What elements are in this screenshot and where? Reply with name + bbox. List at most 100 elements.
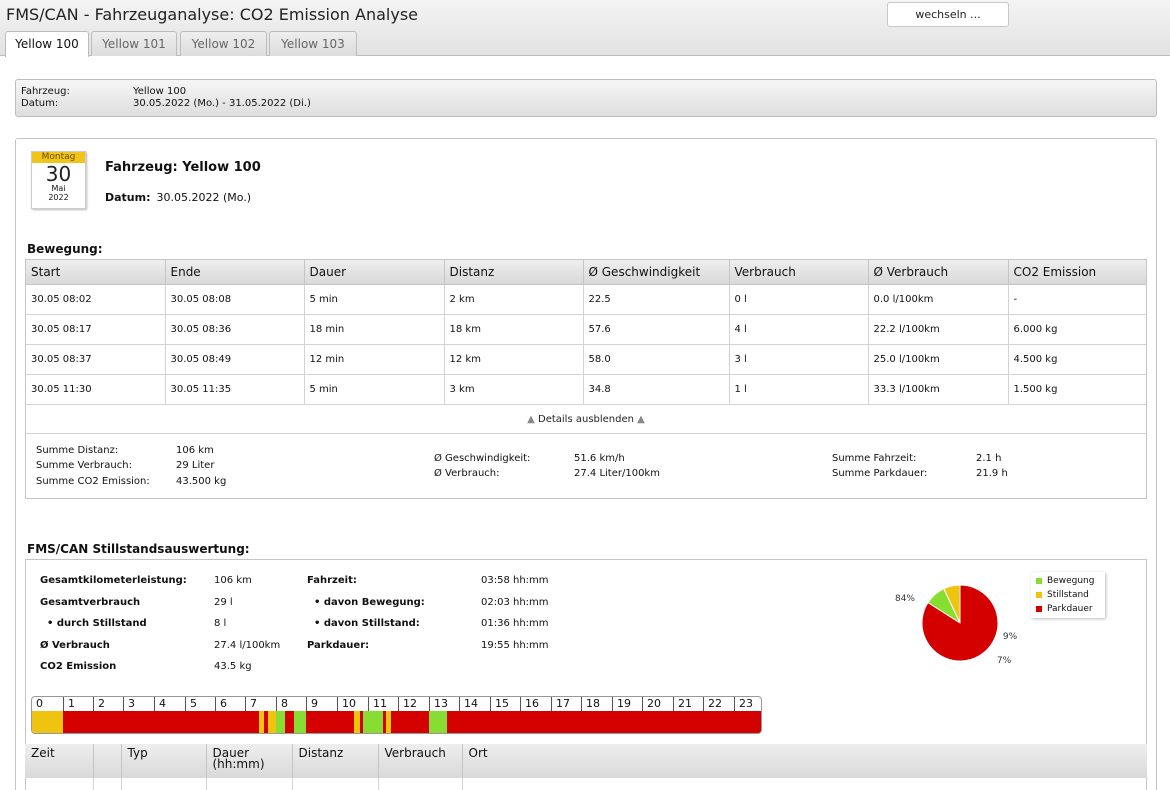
total-km-label: Gesamtkilometerleistung: — [40, 575, 187, 586]
timeline-hour-label: 9 — [306, 697, 318, 711]
sum-speed-value: 51.6 km/h — [574, 453, 625, 464]
stops-table: Zeit Typ Dauer (hh:mm) Distanz Verbrauch… — [25, 744, 1147, 790]
vehicle-header-box: Fahrzeug: Yellow 100 Datum: 30.05.2022 (… — [15, 79, 1157, 117]
timeline-segment-parkdauer[interactable] — [306, 711, 355, 733]
avg-fuel-label: Ø Verbrauch — [40, 640, 110, 651]
timeline-segment-parkdauer[interactable] — [63, 711, 259, 733]
cell-avg-fuel: 25.0 l/100km — [868, 344, 1009, 375]
cell-co2: 4.500 kg — [1008, 344, 1146, 375]
timeline-segment-parkdauer[interactable] — [390, 711, 429, 733]
col-fuel[interactable]: Verbrauch — [729, 260, 869, 285]
sum-fuel-label: Summe Verbrauch: — [36, 460, 132, 471]
title-bar: FMS/CAN - Fahrzeuganalyse: CO2 Emission … — [0, 0, 1170, 57]
sum-drive-time-value: 2.1 h — [976, 453, 1002, 464]
timeline-hour-label: 8 — [276, 697, 288, 711]
legend-label: Bewegung — [1047, 576, 1095, 586]
movement-section-title: Bewegung: — [27, 242, 103, 256]
col-stop-fuel[interactable]: Verbrauch — [378, 744, 463, 778]
cell-distance — [292, 778, 379, 790]
col-location[interactable]: Ort — [462, 744, 1147, 778]
timeline-hour-label: 18 — [581, 697, 600, 711]
col-status[interactable] — [93, 744, 122, 778]
timeline-segment-stillstand[interactable] — [268, 711, 276, 733]
col-distance[interactable]: Distanz — [444, 260, 584, 285]
details-toggle-label: Details ausblenden — [538, 413, 634, 425]
legend-item-stillstand: Stillstand — [1036, 588, 1105, 602]
col-type[interactable]: Typ — [121, 744, 207, 778]
timeline-hour-label: 4 — [154, 697, 166, 711]
drive-time-label: Fahrzeit: — [307, 575, 357, 586]
legend-label: Stillstand — [1047, 590, 1089, 600]
cell-co2: 6.000 kg — [1008, 314, 1146, 345]
cell-avg-fuel: 33.3 l/100km — [868, 374, 1009, 405]
table-row[interactable]: 30.05 08:02 30.05 08:08 5 min 2 km 22.5 … — [26, 284, 1146, 315]
col-start[interactable]: Start — [26, 260, 166, 285]
timeline-segment-parkdauer[interactable] — [447, 711, 761, 733]
timeline-hour-label: 6 — [215, 697, 227, 711]
cell-avg-fuel: 0.0 l/100km — [868, 284, 1009, 315]
cell-time — [25, 778, 94, 790]
timeline-segment-parkdauer[interactable] — [285, 711, 294, 733]
cell-distance: 18 km — [444, 314, 584, 345]
cell-fuel: 4 l — [729, 314, 869, 345]
cell-fuel — [378, 778, 463, 790]
sum-co2-label: Summe CO2 Emission: — [36, 476, 150, 487]
day-date-label: Datum: — [105, 191, 151, 204]
calendar-month: Mai — [51, 184, 66, 193]
table-row[interactable] — [25, 778, 1147, 790]
sum-fuel-value: 29 Liter — [176, 460, 215, 471]
col-time[interactable]: Zeit — [25, 744, 94, 778]
switch-vehicle-button[interactable]: wechseln ... — [887, 2, 1009, 27]
timeline-hour-label: 5 — [185, 697, 197, 711]
movement-header-row: Start Ende Dauer Distanz Ø Geschwindigke… — [26, 260, 1146, 285]
timeline-hour-label: 16 — [520, 697, 539, 711]
sum-drive-time-label: Summe Fahrzeit: — [832, 453, 917, 464]
col-avg-speed[interactable]: Ø Geschwindigkeit — [583, 260, 730, 285]
timeline-hour-label: 17 — [551, 697, 570, 711]
app-title: FMS/CAN - Fahrzeuganalyse: CO2 Emission … — [6, 5, 418, 24]
tab-yellow-103[interactable]: Yellow 103 — [269, 31, 357, 56]
pie-label-bewegung: 9% — [1003, 632, 1018, 642]
timeline-hour-label: 11 — [368, 697, 387, 711]
col-stop-duration[interactable]: Dauer (hh:mm) — [206, 744, 293, 778]
cell-end: 30.05 08:08 — [165, 284, 305, 315]
timeline-segment-bewegung[interactable] — [276, 711, 285, 733]
calendar-icon: Montag 30 Mai 2022 — [31, 151, 86, 209]
details-toggle-link[interactable]: ▲ Details ausblenden ▲ — [26, 405, 1146, 434]
timeline-hour-label: 3 — [123, 697, 135, 711]
timeline-hour-label: 0 — [36, 697, 43, 710]
table-row[interactable]: 30.05 08:37 30.05 08:49 12 min 12 km 58.… — [26, 344, 1146, 375]
timeline-segment-bewegung[interactable] — [429, 711, 447, 733]
col-stop-distance[interactable]: Distanz — [292, 744, 379, 778]
day-timeline-bar: 0 1 2 3 4 5 6 7 8 9 10 11 12 13 14 15 16 17 18 19 20 21 22 23 — [31, 696, 762, 734]
cell-duration: 5 min — [304, 284, 445, 315]
col-avg-fuel[interactable]: Ø Verbrauch — [868, 260, 1009, 285]
cell-start: 30.05 08:37 — [26, 344, 166, 375]
col-co2[interactable]: CO2 Emission — [1008, 260, 1146, 285]
legend-swatch — [1036, 605, 1042, 612]
table-row[interactable]: 30.05 11:30 30.05 11:35 5 min 3 km 34.8 … — [26, 374, 1146, 405]
time-distribution-pie-chart: 9% 7% 84% — [895, 584, 1018, 666]
col-duration[interactable]: Dauer — [304, 260, 445, 285]
tab-yellow-102[interactable]: Yellow 102 — [180, 31, 267, 56]
table-row[interactable]: 30.05 08:17 30.05 08:36 18 min 18 km 57.… — [26, 314, 1146, 345]
park-time-value: 19:55 hh:mm — [481, 640, 549, 651]
cell-duration: 18 min — [304, 314, 445, 345]
movement-time-value: 02:03 hh:mm — [481, 597, 549, 608]
cell-distance: 2 km — [444, 284, 584, 315]
legend-swatch — [1036, 591, 1042, 598]
collapse-up-icon: ▲ — [637, 413, 645, 425]
sum-co2-value: 43.500 kg — [176, 476, 227, 487]
col-end[interactable]: Ende — [165, 260, 305, 285]
tab-yellow-101[interactable]: Yellow 101 — [91, 31, 177, 56]
calendar-year: 2022 — [48, 193, 69, 202]
tab-yellow-100[interactable]: Yellow 100 — [5, 31, 89, 57]
timeline-hour-label: 7 — [245, 697, 257, 711]
idle-time-value: 01:36 hh:mm — [481, 618, 549, 629]
total-fuel-label: Gesamtverbrauch — [40, 597, 141, 608]
day-date-value: 30.05.2022 (Mo.) — [156, 191, 252, 204]
co2-label: CO2 Emission — [40, 661, 117, 672]
timeline-segment-stillstand[interactable] — [32, 711, 63, 733]
timeline-segment-bewegung[interactable] — [363, 711, 383, 733]
timeline-segment-bewegung[interactable] — [294, 711, 306, 733]
